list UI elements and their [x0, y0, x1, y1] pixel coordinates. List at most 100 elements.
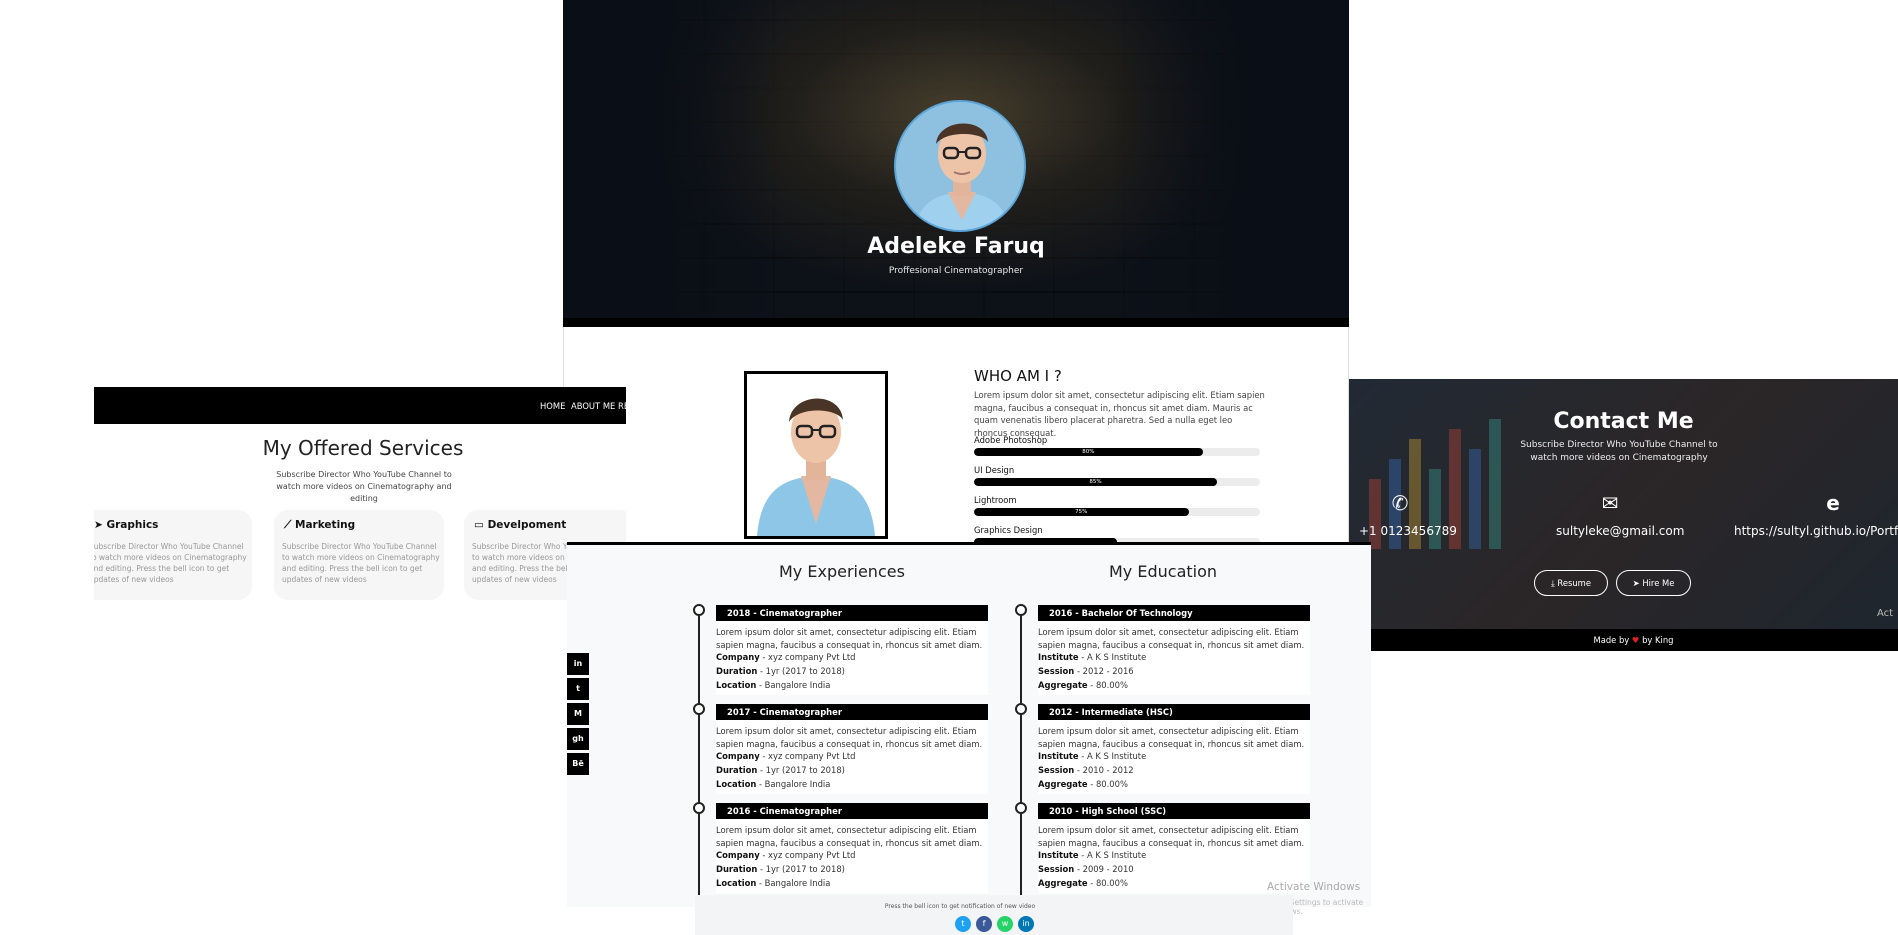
facebook-icon[interactable]: f: [976, 916, 992, 932]
contact-section: Contact Me Subscribe Director Who YouTub…: [1349, 379, 1898, 651]
internet-explorer-icon: e: [1826, 491, 1840, 515]
timeline-dot: [1015, 802, 1027, 814]
medium-icon[interactable]: M: [567, 703, 589, 725]
skill-label: Graphics Design: [974, 525, 1043, 535]
timeline-dot: [1015, 703, 1027, 715]
navbar: HOME ABOUT ME RE: [94, 387, 626, 424]
about-text: Lorem ipsum dolor sit amet, consectetur …: [974, 390, 1265, 438]
education-item-desc: Lorem ipsum dolor sit amet, consectetur …: [1038, 726, 1305, 749]
hero-section: Adeleke Faruq Proffesional Cinematograph…: [563, 0, 1349, 327]
contact-title: Contact Me: [1553, 409, 1694, 434]
experience-item-desc: Lorem ipsum dolor sit amet, consectetur …: [716, 627, 983, 650]
nav-link-about[interactable]: ABOUT ME: [571, 401, 615, 411]
education-session: Session - 2012 - 2016: [1038, 666, 1134, 676]
skill-bar-fill: 85%: [974, 478, 1218, 486]
service-card-title: ⟋ Marketing: [284, 519, 356, 531]
hero-name: Adeleke Faruq: [867, 234, 1045, 259]
contact-subtitle: Subscribe Director Who YouTube Channel t…: [1520, 440, 1718, 463]
activate-windows-title: Activate Windows: [1267, 881, 1361, 893]
chart-line-icon: ⟋: [284, 519, 292, 531]
services-subtitle: Subscribe Director Who YouTube Channel t…: [276, 470, 452, 503]
skill-bar-track: 75%: [974, 508, 1260, 516]
skill-bar-track: 80%: [974, 448, 1260, 456]
contact-phone[interactable]: +1 0123456789: [1359, 524, 1457, 538]
experience-item-desc: Lorem ipsum dolor sit amet, consectetur …: [716, 825, 983, 848]
experience-item-head: 2018 - Cinematographer: [716, 605, 988, 621]
paper-plane-icon: ➤: [1632, 578, 1640, 588]
experience-location: Location - Bangalore India: [716, 878, 831, 888]
envelope-icon: ✉: [1601, 491, 1619, 515]
experience-duration: Duration - 1yr (2017 to 2018): [716, 765, 845, 775]
skill-label: Lightroom: [974, 495, 1017, 505]
timeline-dot: [693, 703, 705, 715]
education-item-head: 2016 - Bachelor Of Technology: [1038, 605, 1310, 621]
skill-bar-track: 85%: [974, 478, 1260, 486]
contact-email[interactable]: sultyleke@gmail.com: [1556, 524, 1684, 538]
education-item-head: 2012 - Intermediate (HSC): [1038, 704, 1310, 720]
education-title: My Education: [1109, 562, 1218, 581]
education-item: 2016 - Bachelor Of Technology Lorem ipsu…: [1038, 605, 1310, 695]
whatsapp-icon[interactable]: w: [997, 916, 1013, 932]
service-card-text: Subscribe Director Who YouTube Channel t…: [282, 542, 440, 584]
heart-icon: ♥: [1631, 635, 1640, 645]
twitter-icon[interactable]: t: [567, 678, 589, 700]
contact-footer: Made by ♥ by King: [1369, 629, 1898, 651]
education-item-desc: Lorem ipsum dolor sit amet, consectetur …: [1038, 627, 1305, 650]
timeline-dot: [693, 802, 705, 814]
about-section: WHO AM I ? Lorem ipsum dolor sit amet, c…: [563, 327, 1349, 546]
service-card-text: Subscribe Director Who YouTube Channel t…: [94, 542, 247, 584]
hero-role: Proffesional Cinematographer: [888, 266, 1024, 276]
experience-item-head: 2017 - Cinematographer: [716, 704, 988, 720]
skill-bar-fill: 75%: [974, 508, 1189, 516]
service-card-marketing[interactable]: ⟋ Marketing Subscribe Director Who YouTu…: [274, 510, 444, 600]
experience-company: Company - xyz company Pvt Ltd: [716, 850, 856, 860]
hire-me-button[interactable]: ➤ Hire Me: [1616, 570, 1691, 596]
experience-education-section: My Experiences My Education in t M gh Bē…: [567, 542, 1371, 916]
phone-icon: ✆: [1391, 491, 1409, 515]
contact-website[interactable]: https://sultyl.github.io/Portfolio: [1734, 524, 1898, 538]
experience-location: Location - Bangalore India: [716, 680, 831, 690]
footer-section: Press the bell icon to get notification …: [695, 895, 1293, 935]
experience-duration: Duration - 1yr (2017 to 2018): [716, 666, 845, 676]
about-title: WHO AM I ?: [974, 367, 1062, 385]
timeline-line: [698, 607, 700, 907]
education-item: 2012 - Intermediate (HSC) Lorem ipsum do…: [1038, 704, 1310, 794]
skill-bar-fill: 80%: [974, 448, 1203, 456]
linkedin-icon[interactable]: in: [567, 653, 589, 675]
hero-avatar: [894, 100, 1026, 232]
nav-link-home[interactable]: HOME: [540, 401, 565, 411]
education-item: 2010 - High School (SSC) Lorem ipsum dol…: [1038, 803, 1310, 893]
nav-link-resume[interactable]: RE: [618, 401, 626, 411]
education-aggregate: Aggregate - 80.00%: [1038, 878, 1128, 888]
timeline-dot: [693, 604, 705, 616]
education-institute: Institute - A K S Institute: [1038, 652, 1147, 662]
github-icon[interactable]: gh: [567, 728, 589, 750]
hero-shade-right: [1109, 0, 1349, 327]
behance-icon[interactable]: Bē: [567, 753, 589, 775]
footer-text: Press the bell icon to get notification …: [884, 903, 1036, 910]
skill-label: UI Design: [974, 465, 1015, 475]
resume-button[interactable]: ⤓ Resume: [1534, 570, 1608, 596]
experience-item-desc: Lorem ipsum dolor sit amet, consectetur …: [716, 726, 983, 749]
experience-item: 2017 - Cinematographer Lorem ipsum dolor…: [716, 704, 988, 794]
hero-shade-left: [563, 0, 783, 327]
education-item-head: 2010 - High School (SSC): [1038, 803, 1310, 819]
twitter-icon[interactable]: t: [955, 916, 971, 932]
experience-company: Company - xyz company Pvt Ltd: [716, 652, 856, 662]
experience-location: Location - Bangalore India: [716, 779, 831, 789]
education-institute: Institute - A K S Institute: [1038, 751, 1147, 761]
experience-item: 2018 - Cinematographer Lorem ipsum dolor…: [716, 605, 988, 695]
activate-windows-watermark: Act: [1877, 608, 1894, 619]
linkedin-icon[interactable]: in: [1018, 916, 1034, 932]
timeline-dot: [1015, 604, 1027, 616]
skill-label: Adobe Photoshop: [974, 435, 1048, 445]
experience-company: Company - xyz company Pvt Ltd: [716, 751, 856, 761]
experience-item-head: 2016 - Cinematographer: [716, 803, 988, 819]
education-aggregate: Aggregate - 80.00%: [1038, 779, 1128, 789]
hero-bottom-bar: [563, 318, 1349, 327]
education-aggregate: Aggregate - 80.00%: [1038, 680, 1128, 690]
education-item-desc: Lorem ipsum dolor sit amet, consectetur …: [1038, 825, 1305, 848]
service-card-graphics[interactable]: ➤ Graphics Subscribe Director Who YouTub…: [94, 510, 252, 600]
services-section: HOME ABOUT ME RE My Offered Services Sub…: [94, 387, 626, 607]
download-icon: ⤓: [1551, 578, 1555, 588]
